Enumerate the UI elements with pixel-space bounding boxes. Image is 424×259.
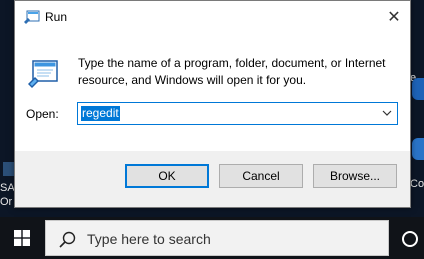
search-placeholder: Type here to search [87, 231, 211, 247]
search-icon [59, 231, 76, 248]
desktop-app-icon [412, 138, 424, 160]
title-bar[interactable]: Run ✕ [15, 1, 410, 33]
run-icon [28, 60, 58, 88]
desktop-icon-thumbnail [3, 162, 14, 176]
desktop-icon-right[interactable]: e Co [410, 60, 424, 210]
browse-button[interactable]: Browse... [313, 164, 397, 188]
open-label: Open: [26, 107, 59, 121]
desktop-icon-label: SA [0, 182, 15, 194]
cortana-circle-icon[interactable] [400, 229, 420, 249]
start-button[interactable] [0, 217, 44, 259]
dialog-description: Type the name of a program, folder, docu… [78, 56, 386, 87]
taskbar-search-box[interactable]: Type here to search [45, 220, 389, 256]
desktop-icon-left[interactable]: SA Or [0, 150, 15, 210]
open-input-value[interactable]: regedit [81, 106, 120, 121]
chevron-down-icon[interactable] [381, 106, 393, 120]
run-icon [24, 10, 40, 24]
close-icon: ✕ [387, 9, 401, 26]
desktop-icon-label: Or [0, 196, 13, 208]
open-combobox[interactable]: regedit [77, 102, 398, 125]
ok-button[interactable]: OK [125, 164, 209, 188]
desktop-app-icon [412, 78, 424, 100]
run-dialog: Run ✕ Type the name of a program, folder… [14, 0, 411, 208]
close-button[interactable]: ✕ [378, 1, 410, 33]
cancel-button[interactable]: Cancel [219, 164, 303, 188]
desktop-icon-label: Co [410, 178, 424, 190]
taskbar: Type here to search [0, 217, 424, 259]
dialog-content: Type the name of a program, folder, docu… [15, 33, 410, 151]
window-title: Run [45, 10, 68, 24]
windows-logo-icon [14, 230, 30, 246]
